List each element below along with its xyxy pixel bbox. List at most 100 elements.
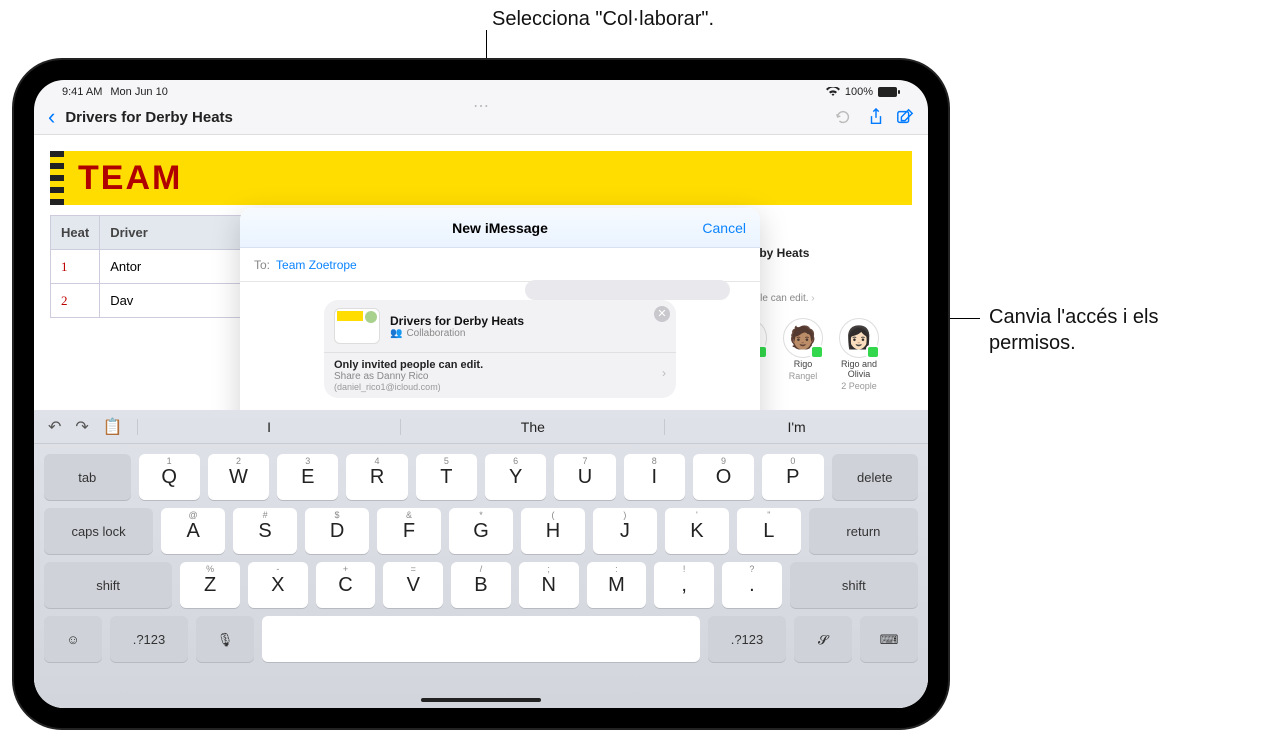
key-return[interactable]: return <box>809 508 918 554</box>
key-k[interactable]: 'K <box>665 508 729 554</box>
status-time: 9:41 AM <box>62 86 102 98</box>
key-b[interactable]: /B <box>451 562 511 608</box>
undo-icon[interactable] <box>834 108 852 126</box>
keyboard-hide-icon: ⌨ <box>880 633 899 646</box>
key-w[interactable]: 2W <box>208 454 269 500</box>
key-numbers-left[interactable]: .?123 <box>110 616 188 662</box>
battery-icon <box>878 87 900 97</box>
key-r[interactable]: 4R <box>346 454 407 500</box>
key-d[interactable]: $D <box>305 508 369 554</box>
contact-sub: Rangel <box>780 372 826 382</box>
key-z[interactable]: %Z <box>180 562 240 608</box>
permission-settings-row[interactable]: Only invited people can edit. Share as D… <box>324 352 676 398</box>
callout-right-l1: Canvia l'accés i els <box>989 304 1158 330</box>
key-dismiss-keyboard[interactable]: ⌨ <box>860 616 918 662</box>
key-p[interactable]: 0P <box>762 454 823 500</box>
key-g[interactable]: *G <box>449 508 513 554</box>
key-s[interactable]: #S <box>233 508 297 554</box>
key-comma[interactable]: !, <box>654 562 714 608</box>
to-value: Team Zoetrope <box>276 258 357 272</box>
mic-icon: 🎙 <box>217 633 234 646</box>
key-y[interactable]: 6Y <box>485 454 546 500</box>
contact-name: Rigo and Olivia <box>836 360 882 380</box>
callout-top: Selecciona "Col·laborar". <box>492 6 714 32</box>
attachment-subtitle-text: Collaboration <box>406 328 465 339</box>
modal-title: New iMessage <box>452 220 548 236</box>
to-label: To: <box>254 258 270 272</box>
screen: 9:41 AM Mon Jun 10 100% ‹ Drivers for De… <box>34 80 928 708</box>
previous-message-bubble <box>525 280 730 300</box>
emoji-icon: ☺ <box>66 633 79 646</box>
key-shift-right[interactable]: shift <box>790 562 918 608</box>
prediction-word[interactable]: The <box>400 419 664 435</box>
key-h[interactable]: (H <box>521 508 585 554</box>
key-m[interactable]: :M <box>587 562 647 608</box>
key-u[interactable]: 7U <box>554 454 615 500</box>
cell-heat[interactable]: 2 <box>51 284 100 318</box>
key-tab[interactable]: tab <box>44 454 131 500</box>
col-heat: Heat <box>51 216 100 250</box>
status-date: Mon Jun 10 <box>110 86 167 98</box>
key-f[interactable]: &F <box>377 508 441 554</box>
kb-row-2: caps lock @A #S $D &F *G (H )J 'K "L ret… <box>44 508 918 554</box>
toolbar-dots-icon[interactable]: ⋯ <box>473 96 489 116</box>
contact-name: Rigo <box>780 360 826 370</box>
share-icon[interactable] <box>868 108 886 126</box>
key-v[interactable]: =V <box>383 562 443 608</box>
kb-row-4: ☺ .?123 🎙 .?123 𝓢 ⌨ <box>44 616 918 662</box>
page-title: Drivers for Derby Heats <box>65 110 233 125</box>
scribble-icon: 𝓢 <box>818 633 828 646</box>
permission-line1: Only invited people can edit. <box>334 359 666 371</box>
navbar: ‹ Drivers for Derby Heats ⋯ <box>34 100 928 134</box>
key-c[interactable]: +C <box>316 562 376 608</box>
key-capslock[interactable]: caps lock <box>44 508 153 554</box>
prediction-word[interactable]: I <box>137 419 401 435</box>
avatar[interactable]: 🧑🏽 <box>783 318 823 358</box>
key-a[interactable]: @A <box>161 508 225 554</box>
key-q[interactable]: 1Q <box>139 454 200 500</box>
key-handwriting[interactable]: 𝓢 <box>794 616 852 662</box>
remove-attachment-icon[interactable]: ✕ <box>654 306 670 322</box>
attachment-card[interactable]: ✕ Drivers for Derby Heats 👥 Collaboratio… <box>324 300 676 398</box>
team-banner: TEAM <box>50 151 912 205</box>
key-o[interactable]: 9O <box>693 454 754 500</box>
key-t[interactable]: 5T <box>416 454 477 500</box>
contact-sub: 2 People <box>836 382 882 392</box>
key-l[interactable]: "L <box>737 508 801 554</box>
cell-heat[interactable]: 1 <box>51 250 100 284</box>
key-delete[interactable]: delete <box>832 454 919 500</box>
attachment-subtitle: 👥 Collaboration <box>390 328 524 339</box>
cancel-button[interactable]: Cancel <box>702 220 746 236</box>
key-space[interactable] <box>262 616 700 662</box>
team-banner-text: TEAM <box>78 159 182 198</box>
wifi-icon <box>826 87 840 97</box>
chevron-right-icon: › <box>662 366 666 380</box>
key-i[interactable]: 8I <box>624 454 685 500</box>
modal-header: New iMessage Cancel <box>240 208 760 248</box>
home-indicator[interactable] <box>421 698 541 702</box>
prediction-bar: ↶ ↷ 📋 I The I'm <box>34 410 928 444</box>
key-n[interactable]: ;N <box>519 562 579 608</box>
key-x[interactable]: -X <box>248 562 308 608</box>
attachment-thumbnail <box>334 308 380 344</box>
key-period[interactable]: ?. <box>722 562 782 608</box>
back-icon[interactable]: ‹ <box>48 104 55 130</box>
permission-line3: (daniel_rico1@icloud.com) <box>334 382 666 392</box>
key-shift-left[interactable]: shift <box>44 562 172 608</box>
keyboard: ↶ ↷ 📋 I The I'm tab 1Q 2W 3E 4R <box>34 410 928 708</box>
permission-line2: Share as Danny Rico <box>334 371 666 382</box>
redo-icon[interactable]: ↷ <box>75 417 88 437</box>
undo-icon[interactable]: ↶ <box>48 417 61 437</box>
ipad-frame: 9:41 AM Mon Jun 10 100% ‹ Drivers for De… <box>14 60 948 728</box>
key-mic[interactable]: 🎙 <box>196 616 254 662</box>
key-e[interactable]: 3E <box>277 454 338 500</box>
prediction-word[interactable]: I'm <box>664 419 928 435</box>
people-icon: 👥 <box>390 328 402 339</box>
clipboard-icon[interactable]: 📋 <box>103 417 123 437</box>
key-j[interactable]: )J <box>593 508 657 554</box>
key-numbers-right[interactable]: .?123 <box>708 616 786 662</box>
key-emoji[interactable]: ☺ <box>44 616 102 662</box>
to-field[interactable]: To: Team Zoetrope <box>240 248 760 282</box>
compose-icon[interactable] <box>896 108 914 126</box>
avatar[interactable]: 👩🏻 <box>839 318 879 358</box>
